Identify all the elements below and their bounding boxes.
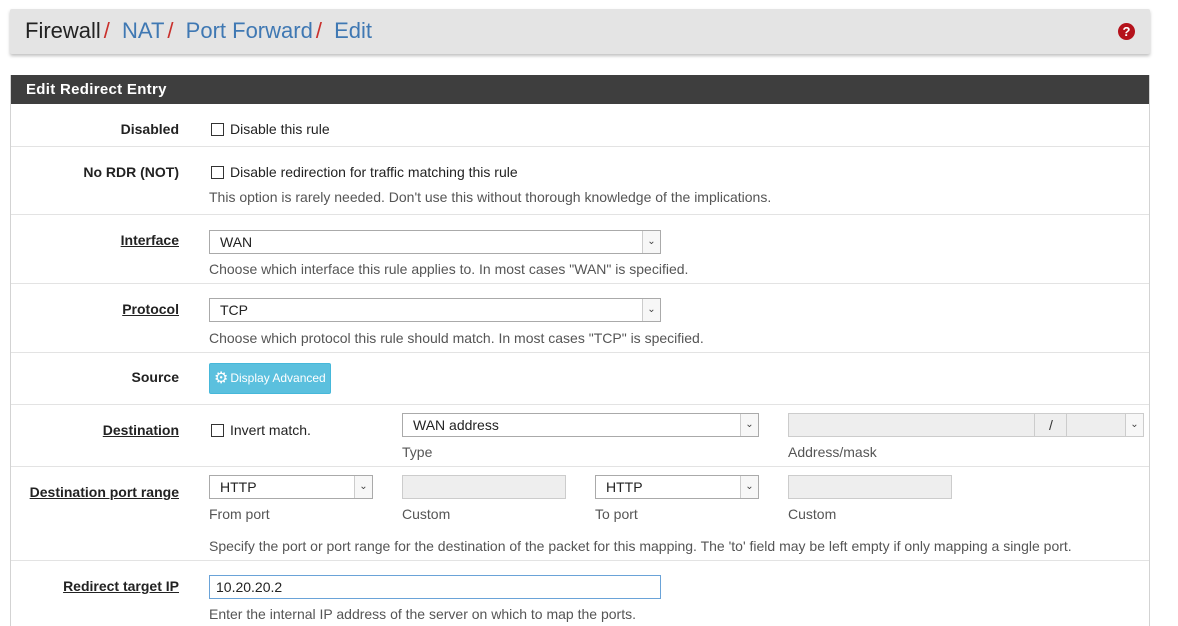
protocol-row: Protocol TCP ⌄ Choose which protocol thi… — [11, 284, 1149, 353]
invert-match-label: Invert match. — [230, 422, 311, 438]
dest-port-range-row: Destination port range HTTP ⌄ From port … — [11, 467, 1149, 561]
dest-port-range-label: Destination port range — [29, 484, 179, 500]
interface-label: Interface — [120, 232, 179, 248]
dest-port-range-hint: Specify the port or port range for the d… — [209, 538, 1072, 554]
breadcrumb-bar: Firewall / NAT / Port Forward / Edit ? — [10, 9, 1150, 54]
from-port-custom-hint: Custom — [402, 506, 451, 522]
protocol-select[interactable]: TCP ⌄ — [209, 298, 661, 322]
invert-match-checkbox[interactable] — [211, 424, 224, 437]
chevron-down-icon: ⌄ — [1125, 414, 1143, 436]
redirect-ip-hint: Enter the internal IP address of the ser… — [209, 606, 636, 622]
display-advanced-label: Display Advanced — [230, 371, 326, 385]
breadcrumb: Firewall / NAT / Port Forward / Edit — [25, 18, 372, 44]
chevron-down-icon: ⌄ — [354, 476, 372, 498]
panel-title: Edit Redirect Entry — [11, 75, 1149, 104]
chevron-down-icon: ⌄ — [740, 414, 758, 436]
redirect-ip-label: Redirect target IP — [63, 578, 179, 594]
protocol-label: Protocol — [122, 301, 179, 317]
disabled-row: Disabled Disable this rule — [11, 104, 1149, 147]
chevron-down-icon: ⌄ — [740, 476, 758, 498]
breadcrumb-separator: / — [103, 18, 110, 43]
breadcrumb-nat-link[interactable]: NAT — [122, 18, 164, 43]
redirect-ip-input[interactable]: 10.20.20.2 — [209, 575, 661, 599]
to-port-custom-input[interactable] — [788, 475, 952, 499]
breadcrumb-port-forward-link[interactable]: Port Forward — [186, 18, 313, 43]
breadcrumb-separator: / — [167, 18, 174, 43]
disable-rule-checkbox-label: Disable this rule — [230, 121, 330, 137]
redirect-ip-row: Redirect target IP 10.20.20.2 Enter the … — [11, 561, 1149, 626]
interface-select-value: WAN — [220, 234, 253, 250]
to-port-hint: To port — [595, 506, 638, 522]
from-port-hint: From port — [209, 506, 270, 522]
disable-rule-checkbox[interactable] — [211, 123, 224, 136]
mask-separator: / — [1035, 413, 1067, 437]
gear-icon: ⚙ — [214, 370, 229, 387]
destination-address-input[interactable] — [788, 413, 1035, 437]
nordr-label: No RDR (NOT) — [83, 164, 179, 180]
nordr-hint: This option is rarely needed. Don't use … — [209, 189, 772, 205]
from-port-select[interactable]: HTTP ⌄ — [209, 475, 373, 499]
breadcrumb-edit-link[interactable]: Edit — [334, 18, 372, 43]
interface-hint: Choose which interface this rule applies… — [209, 261, 689, 277]
destination-type-hint: Type — [402, 444, 433, 460]
destination-address-hint: Address/mask — [788, 444, 877, 460]
edit-redirect-panel: Edit Redirect Entry Disabled Disable thi… — [10, 75, 1150, 626]
destination-type-value: WAN address — [413, 417, 499, 433]
disabled-label: Disabled — [120, 121, 179, 137]
destination-row: Destination Invert match. WAN address ⌄ … — [11, 405, 1149, 467]
interface-select[interactable]: WAN ⌄ — [209, 230, 661, 254]
destination-type-select[interactable]: WAN address ⌄ — [402, 413, 759, 437]
to-port-value: HTTP — [606, 479, 643, 495]
source-label: Source — [131, 369, 179, 385]
protocol-hint: Choose which protocol this rule should m… — [209, 330, 704, 346]
protocol-select-value: TCP — [220, 302, 248, 318]
breadcrumb-root: Firewall — [25, 18, 101, 43]
destination-mask-select[interactable]: ⌄ — [1066, 413, 1144, 437]
nordr-checkbox[interactable] — [211, 166, 224, 179]
breadcrumb-separator: / — [315, 18, 322, 43]
to-port-custom-hint: Custom — [788, 506, 837, 522]
from-port-value: HTTP — [220, 479, 257, 495]
chevron-down-icon: ⌄ — [642, 231, 660, 253]
from-port-custom-input[interactable] — [402, 475, 566, 499]
nordr-row: No RDR (NOT) Disable redirection for tra… — [11, 147, 1149, 215]
display-advanced-button[interactable]: ⚙ Display Advanced — [209, 363, 331, 394]
destination-label: Destination — [102, 422, 179, 438]
interface-row: Interface WAN ⌄ Choose which interface t… — [11, 215, 1149, 284]
help-icon[interactable]: ? — [1118, 23, 1135, 40]
to-port-select[interactable]: HTTP ⌄ — [595, 475, 759, 499]
nordr-checkbox-label: Disable redirection for traffic matching… — [230, 164, 518, 180]
source-row: Source ⚙ Display Advanced — [11, 353, 1149, 405]
chevron-down-icon: ⌄ — [642, 299, 660, 321]
